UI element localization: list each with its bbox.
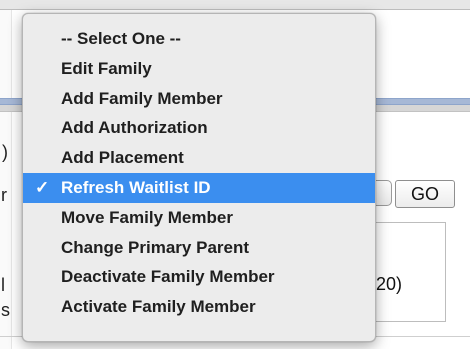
menu-item-deactivate-family-member[interactable]: Deactivate Family Member	[23, 262, 375, 292]
menu-item-label: Add Family Member	[61, 88, 223, 108]
text-fragment: s	[1, 300, 10, 320]
menu-item-change-primary-parent[interactable]: Change Primary Parent	[23, 233, 375, 263]
menu-item-label: Activate Family Member	[61, 297, 256, 317]
left-edge	[0, 10, 12, 349]
count-fragment: 20)	[376, 274, 403, 294]
text-fragment: l	[1, 275, 5, 295]
checkmark-icon: ✓	[35, 177, 50, 197]
menu-item-label: Add Placement	[61, 148, 184, 168]
menu-item-label: Edit Family	[61, 58, 152, 78]
menu-item-label: Add Authorization	[61, 118, 208, 138]
go-button[interactable]: GO	[395, 180, 455, 208]
menu-item-activate-family-member[interactable]: Activate Family Member	[23, 292, 375, 322]
menu-item-label: Change Primary Parent	[61, 237, 250, 257]
menu-item-add-authorization[interactable]: Add Authorization	[23, 113, 375, 143]
menu-item-label: Move Family Member	[61, 207, 233, 227]
top-bar	[0, 0, 470, 10]
text-fragment: )	[2, 142, 8, 162]
menu-item-label: Deactivate Family Member	[61, 267, 275, 287]
text-fragment: r	[1, 185, 7, 205]
menu-item-edit-family[interactable]: Edit Family	[23, 54, 375, 84]
page: ) r l s GO 20) -- Select One -- Edit Fam…	[0, 0, 470, 349]
menu-item-add-family-member[interactable]: Add Family Member	[23, 84, 375, 114]
menu-item-label: Refresh Waitlist ID	[61, 177, 211, 197]
menu-item-select-one[interactable]: -- Select One --	[23, 24, 375, 54]
menu-item-add-placement[interactable]: Add Placement	[23, 143, 375, 173]
menu-item-move-family-member[interactable]: Move Family Member	[23, 203, 375, 233]
menu-item-refresh-waitlist-id[interactable]: ✓ Refresh Waitlist ID	[23, 172, 375, 203]
menu-item-label: -- Select One --	[61, 29, 181, 48]
action-dropdown-menu: -- Select One -- Edit Family Add Family …	[22, 13, 376, 342]
